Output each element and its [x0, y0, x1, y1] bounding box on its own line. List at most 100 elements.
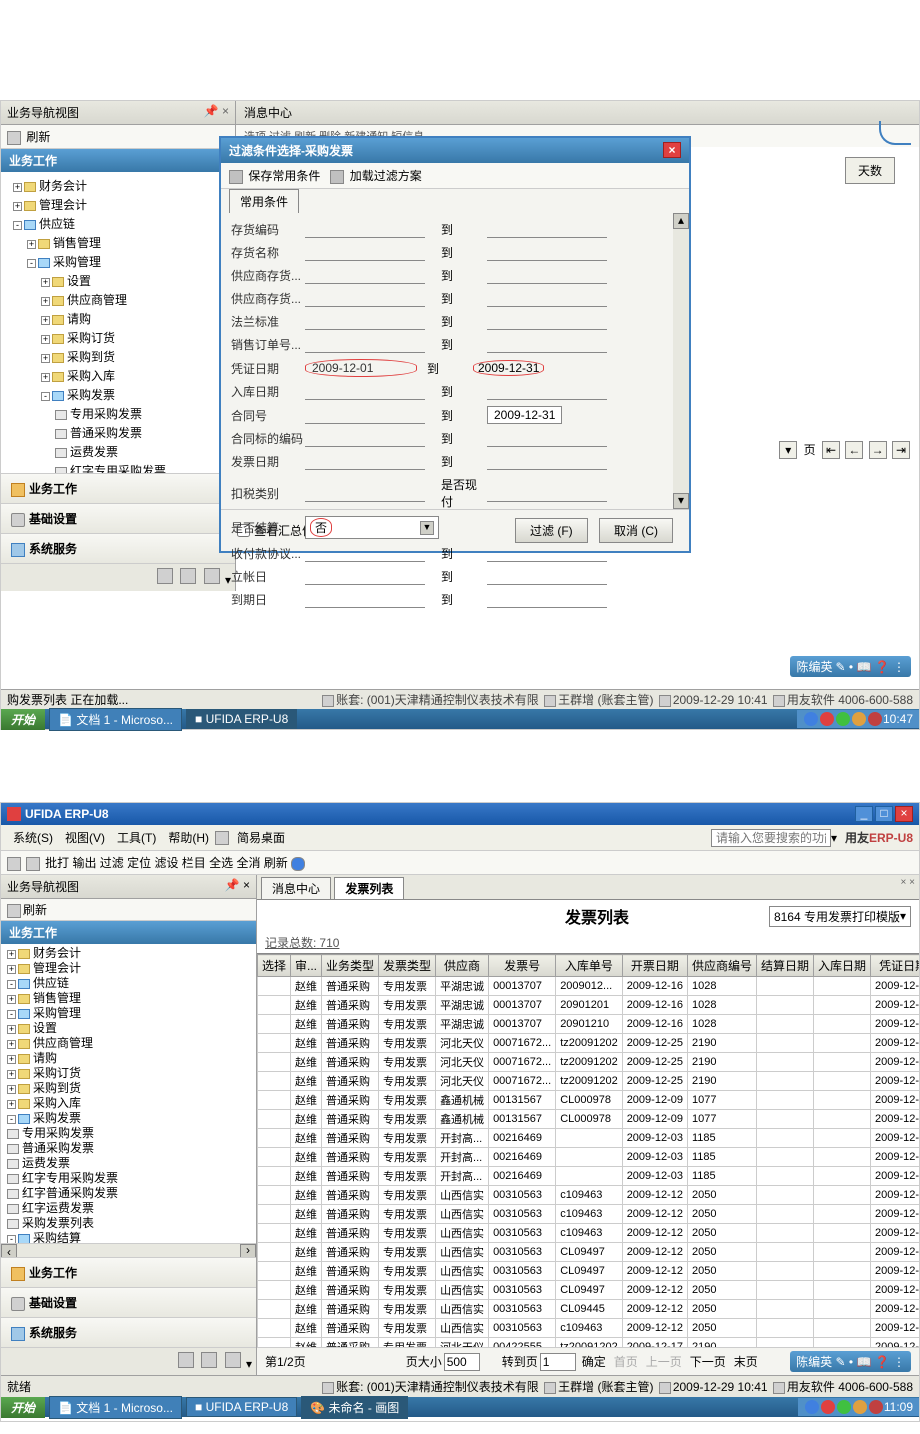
scroll-up-icon[interactable]: ▴ — [673, 213, 689, 229]
days-button[interactable]: 天数 — [845, 157, 895, 184]
tab-invoice-list[interactable]: 发票列表 — [334, 877, 404, 899]
nav-tree-2[interactable]: +财务会计 +管理会计 -供应链 +销售管理 -采购管理 +设置 +供应商管理 … — [1, 944, 256, 1243]
tree-supply[interactable]: -供应链 — [5, 214, 231, 233]
grid-header[interactable]: 业务类型 — [322, 955, 379, 977]
nav-btn-biz[interactable]: 业务工作 — [1, 473, 235, 503]
dialog-titlebar[interactable]: 过滤条件选择-采购发票 × — [221, 138, 689, 163]
page-last-icon[interactable]: ⇥ — [892, 441, 910, 459]
ime-bar-2[interactable]: 陈编英 ✎ • 📖 ❓ ⋮ — [790, 1351, 911, 1372]
input-contract-from[interactable] — [305, 407, 425, 424]
menu-view[interactable]: 视图(V) — [59, 827, 111, 848]
start-button[interactable]: 开始 — [1, 709, 45, 730]
dialog-close-icon[interactable]: × — [663, 142, 681, 158]
input-supplier-inv1-from[interactable] — [305, 267, 425, 284]
input-sales-order-to[interactable] — [487, 336, 607, 353]
tb-icon[interactable] — [7, 857, 21, 871]
grid-header[interactable]: 审... — [291, 955, 322, 977]
tool-icon[interactable] — [178, 1352, 194, 1368]
load-icon[interactable] — [330, 170, 344, 184]
tree-item[interactable]: -采购发票 — [3, 1111, 254, 1126]
tray-icon[interactable] — [805, 1400, 819, 1414]
grid-header[interactable]: 选择 — [258, 955, 291, 977]
tree-item[interactable]: 运费发票 — [3, 1156, 254, 1171]
voucher-date-to[interactable]: 2009-12-31 — [478, 361, 539, 375]
tray-icon[interactable] — [821, 1400, 835, 1414]
tray-icon[interactable] — [820, 712, 834, 726]
table-row[interactable]: 赵维普通采购专用发票山西信实00310563c1094632009-12-122… — [258, 1186, 920, 1205]
input-due-from[interactable] — [305, 591, 425, 608]
expand-icon[interactable]: + — [41, 354, 50, 363]
table-row[interactable]: 赵维普通采购专用发票山西信实00310563CL094972009-12-122… — [258, 1262, 920, 1281]
tool-icon[interactable] — [225, 1352, 241, 1368]
menu-system[interactable]: 系统(S) — [7, 827, 59, 848]
refresh-icon[interactable] — [7, 131, 21, 145]
input-invoice-date-to[interactable] — [487, 453, 607, 470]
save-conditions[interactable]: 保存常用条件 — [248, 169, 320, 183]
expand-icon[interactable]: + — [41, 373, 50, 382]
input-invoice-date-from[interactable] — [305, 453, 425, 470]
collapse-icon[interactable]: - — [13, 221, 22, 230]
page-prev-icon[interactable]: ← — [845, 441, 863, 459]
tree-item[interactable]: +销售管理 — [3, 991, 254, 1006]
grid-header[interactable]: 入库日期 — [814, 955, 871, 977]
collapse-icon[interactable]: - — [41, 392, 50, 401]
maximize-icon[interactable]: □ — [875, 806, 893, 822]
input-supplier-inv1-to[interactable] — [487, 267, 607, 284]
nav-btn-settings[interactable]: 基础设置 — [1, 503, 235, 533]
nav-btn-system[interactable]: 系统服务 — [1, 533, 235, 563]
search-input[interactable] — [711, 829, 831, 847]
tree-item[interactable]: 红字运费发票 — [3, 1201, 254, 1216]
collapse-icon[interactable]: - — [27, 259, 36, 268]
grid-header[interactable]: 入库单号 — [556, 955, 623, 977]
task-word[interactable]: 📄 文档 1 - Microso... — [49, 1396, 182, 1419]
tool-icon[interactable] — [204, 568, 220, 584]
tree-item[interactable]: 专用采购发票 — [3, 1126, 254, 1141]
page-first-icon[interactable]: ⇤ — [822, 441, 840, 459]
table-row[interactable]: 赵维普通采购专用发票开封高...002164692009-12-03118520… — [258, 1167, 920, 1186]
tree-item[interactable]: +设置 — [3, 1021, 254, 1036]
tree-po-stockin[interactable]: +采购入库 — [5, 366, 231, 385]
input-inventory-code-from[interactable] — [305, 221, 425, 238]
tree-item[interactable]: +采购到货 — [3, 1081, 254, 1096]
page-last[interactable]: 末页 — [734, 1353, 758, 1370]
tray-icon[interactable] — [869, 1400, 883, 1414]
input-post-from[interactable] — [305, 568, 425, 585]
tb-icon[interactable] — [26, 857, 40, 871]
goto-input[interactable] — [540, 1353, 576, 1371]
chevron-down-icon[interactable]: ▼ — [420, 521, 434, 535]
page-next[interactable]: 下一页 — [690, 1353, 726, 1370]
menu-home[interactable]: 简易桌面 — [231, 827, 291, 848]
table-row[interactable]: 赵维普通采购专用发票开封高...002164692009-12-03118520… — [258, 1129, 920, 1148]
tab-msgcenter[interactable]: 消息中心 — [261, 877, 331, 899]
table-row[interactable]: 赵维普通采购专用发票山西信实00310563c1094632009-12-122… — [258, 1224, 920, 1243]
table-row[interactable]: 赵维普通采购专用发票鑫通机械00131567CL0009782009-12-09… — [258, 1110, 920, 1129]
tray-icon[interactable] — [852, 712, 866, 726]
tool-icon[interactable] — [201, 1352, 217, 1368]
nav2-btn-system[interactable]: 系统服务 — [1, 1317, 256, 1347]
tree-freight-invoice[interactable]: 运费发票 — [5, 442, 231, 461]
tree-purchase[interactable]: -采购管理 — [5, 252, 231, 271]
table-row[interactable]: 赵维普通采购专用发票山西信实00310563CL094452009-12-122… — [258, 1300, 920, 1319]
table-row[interactable]: 赵维普通采购专用发票河北天仪00071672...tz200912022009-… — [258, 1072, 920, 1091]
tree-item[interactable]: 红字专用采购发票 — [3, 1171, 254, 1186]
tree2-hscroll[interactable]: ‹› — [1, 1243, 256, 1257]
expand-icon[interactable]: + — [27, 240, 36, 249]
tree-settings[interactable]: +设置 — [5, 271, 231, 290]
input-stockin-date-to[interactable] — [487, 383, 607, 400]
scroll-right-icon[interactable]: › — [240, 1244, 256, 1258]
table-row[interactable]: 赵维普通采购专用发票山西信实00310563CL094972009-12-122… — [258, 1281, 920, 1300]
input-inventory-code-to[interactable] — [487, 221, 607, 238]
tree-supplier[interactable]: +供应商管理 — [5, 290, 231, 309]
menu-help[interactable]: 帮助(H) — [162, 827, 215, 848]
refresh-label[interactable]: 刷新 — [26, 130, 50, 144]
tray-icon[interactable] — [804, 712, 818, 726]
save-icon[interactable] — [229, 170, 243, 184]
input-due-to[interactable] — [487, 591, 607, 608]
table-row[interactable]: 赵维普通采购专用发票河北天仪00071672...tz200912022009-… — [258, 1034, 920, 1053]
input-payment-from[interactable] — [305, 545, 425, 562]
grid-header[interactable]: 开票日期 — [622, 955, 687, 977]
tool-icon[interactable] — [180, 568, 196, 584]
input-post-to[interactable] — [487, 568, 607, 585]
table-row[interactable]: 赵维普通采购专用发票山西信实00310563CL094972009-12-122… — [258, 1243, 920, 1262]
nav2-pin[interactable]: 📌 × — [225, 878, 250, 895]
